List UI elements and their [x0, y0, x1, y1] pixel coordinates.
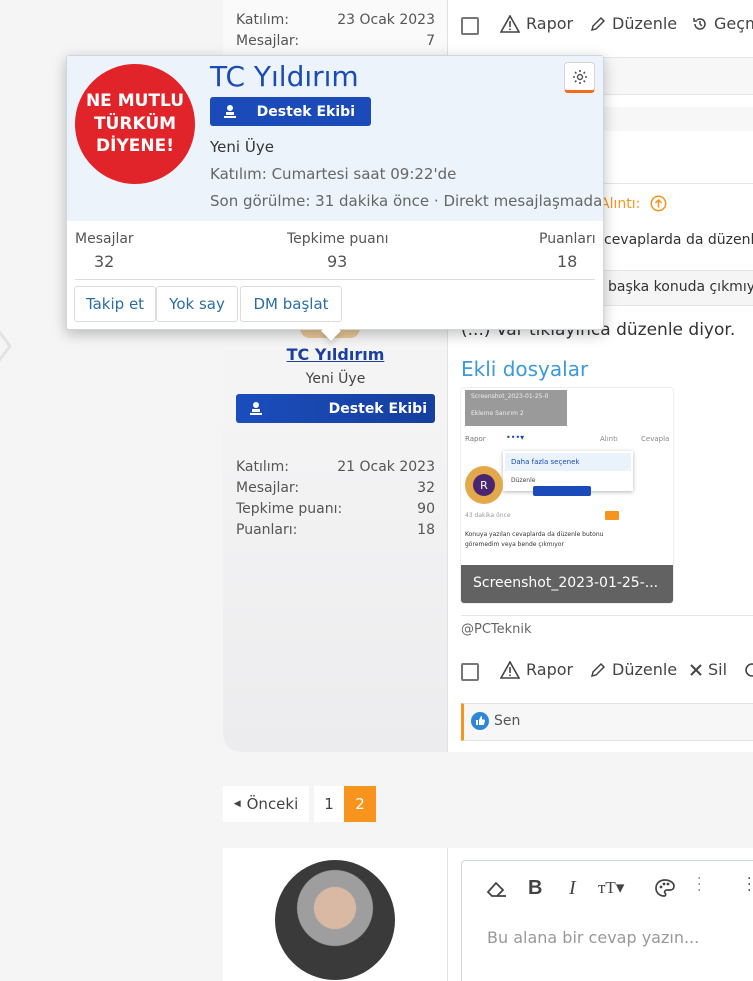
- gear-icon: [572, 69, 587, 84]
- top-messages-row: Mesajlar: 7: [236, 33, 435, 49]
- more-options-icon[interactable]: · · ·: [747, 872, 751, 898]
- hidden-bar: [604, 57, 753, 95]
- select-checkbox[interactable]: [461, 663, 479, 681]
- pencil-icon: [590, 662, 606, 677]
- member-stat-value-reactions: 93: [327, 252, 348, 271]
- member-last-seen: Son görülme: 31 dakika önce · Direkt mes…: [210, 192, 603, 210]
- select-checkbox-top[interactable]: [461, 17, 479, 35]
- attachments-heading: Ekli dosyalar: [461, 357, 589, 381]
- delete-button[interactable]: Sil: [690, 660, 727, 679]
- member-joined: Katılım: Cumartesi saat 09:22'de: [210, 165, 457, 183]
- author-stat-reactions: Tepkime puanı: 90: [236, 501, 435, 517]
- attachment-filename: Screenshot_2023-01-25-...: [473, 575, 659, 591]
- author-name[interactable]: TC Yıldırım: [223, 345, 448, 364]
- attachment-thumbnail[interactable]: Screenshot_2023-01-25-0 Ekleme Sanırım 2…: [461, 388, 673, 603]
- arrow-up-circle-icon[interactable]: [650, 195, 667, 212]
- support-icon: [224, 104, 236, 118]
- more-vertical-icon[interactable]: · · ·: [697, 872, 701, 898]
- caret-left-icon: ◀: [233, 799, 241, 809]
- reaction-user[interactable]: Sen: [494, 713, 520, 729]
- author-title: Yeni Üye: [305, 371, 366, 387]
- quote-line-2: başka konuda çıkmıy: [608, 279, 753, 295]
- pencil-icon: [590, 16, 606, 31]
- member-stat-value-messages: 32: [94, 252, 115, 271]
- text-size-icon[interactable]: тT▾: [598, 878, 624, 898]
- support-icon: [250, 401, 262, 415]
- close-icon: [690, 663, 702, 676]
- member-stat-label-points: Puanları: [539, 231, 596, 247]
- edit-button-top[interactable]: Düzenle: [590, 14, 677, 33]
- divider: [604, 183, 753, 184]
- pagination-prev[interactable]: ◀ Önceki: [223, 786, 309, 822]
- warning-icon: [500, 14, 520, 33]
- reply-placeholder[interactable]: Bu alana bir cevap yazın...: [487, 928, 699, 947]
- member-stat-label-reactions: Tepkime puanı: [287, 231, 389, 247]
- palette-icon[interactable]: [654, 878, 676, 898]
- member-username[interactable]: TC Yıldırım: [210, 60, 359, 93]
- signature-divider: [461, 615, 753, 616]
- author-stat-messages: Mesajlar: 32: [236, 480, 435, 496]
- report-button-top[interactable]: Rapor: [500, 14, 573, 33]
- quote-line-1: cevaplarda da düzenle: [604, 232, 753, 248]
- member-avatar[interactable]: NE MUTLU TÜRKÜM DİYENE!: [75, 64, 195, 184]
- comment-icon[interactable]: [744, 662, 753, 678]
- ignore-button[interactable]: Yok say: [156, 286, 238, 322]
- start-dm-button[interactable]: DM başlat: [240, 286, 342, 322]
- top-joined-row: Katılım: 23 Ocak 2023: [236, 12, 435, 28]
- current-user-avatar[interactable]: [275, 860, 395, 980]
- author-stat-joined: Katılım: 21 Ocak 2023: [236, 459, 435, 475]
- signature: @PCTeknik: [461, 622, 532, 637]
- member-title: Yeni Üye: [210, 138, 274, 156]
- chevron-right-icon: [0, 330, 12, 362]
- history-icon: [693, 17, 706, 30]
- edit-button[interactable]: Düzenle: [590, 660, 677, 679]
- italic-icon[interactable]: I: [569, 877, 576, 900]
- page-2-current[interactable]: 2: [344, 786, 376, 822]
- member-tooltip: NE MUTLU TÜRKÜM DİYENE! TC Yıldırım Dest…: [66, 55, 604, 330]
- eraser-icon[interactable]: [486, 880, 508, 898]
- bold-icon[interactable]: B: [528, 877, 542, 900]
- member-badge: Destek Ekibi: [210, 97, 371, 126]
- warning-icon: [500, 660, 520, 679]
- page-1[interactable]: 1: [314, 786, 344, 822]
- follow-button[interactable]: Takip et: [74, 286, 156, 322]
- like-icon: [471, 712, 489, 730]
- quote-header: Alıntı:: [600, 195, 667, 212]
- report-button[interactable]: Rapor: [500, 660, 573, 679]
- author-badge: Destek Ekibi: [236, 394, 435, 423]
- member-stat-label-messages: Mesajlar: [75, 231, 134, 247]
- history-button-top[interactable]: Geçmiş: [692, 14, 753, 33]
- member-stat-value-points: 18: [557, 252, 578, 271]
- settings-button[interactable]: [564, 62, 595, 93]
- hidden-bar-2: [604, 107, 753, 131]
- author-stat-points: Puanları: 18: [236, 522, 435, 538]
